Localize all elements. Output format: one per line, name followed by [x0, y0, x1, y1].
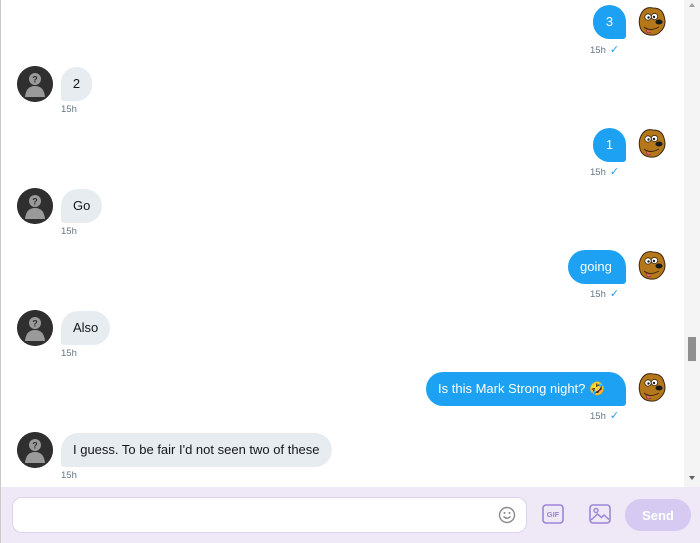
gif-label: GIF	[547, 510, 560, 519]
gif-button[interactable]: GIF	[542, 504, 564, 524]
user-avatar-dog[interactable]	[635, 371, 669, 405]
message-timestamp: 15h ✓	[590, 288, 620, 300]
svg-text:?: ?	[32, 441, 38, 451]
scrollbar[interactable]	[684, 0, 700, 487]
contact-avatar[interactable]: ?	[17, 188, 53, 224]
checkmark-icon: ✓	[609, 44, 620, 56]
message-bubble-received: Go	[61, 189, 103, 223]
message-timestamp: 15h	[61, 104, 77, 115]
contact-avatar[interactable]: ?	[17, 66, 53, 102]
contact-avatar[interactable]: ?	[17, 310, 53, 346]
send-button[interactable]: Send	[625, 499, 691, 531]
message-timestamp: 15h	[61, 348, 77, 359]
user-avatar-dog[interactable]	[635, 5, 669, 39]
contact-avatar[interactable]: ?	[17, 432, 53, 468]
svg-text:?: ?	[32, 197, 38, 207]
dm-conversation-window: 3 15h ✓ ? 2 15h 1 15h ✓ ? Go 15h going 15h…	[0, 0, 700, 543]
message-bubble-received: Also	[61, 311, 111, 345]
checkmark-icon: ✓	[609, 410, 620, 422]
message-bubble-sent: 3	[593, 5, 626, 39]
scroll-down-arrow-icon[interactable]	[689, 476, 695, 480]
image-icon[interactable]	[589, 504, 611, 524]
message-timestamp: 15h	[61, 226, 77, 237]
scroll-up-arrow-icon[interactable]	[689, 3, 695, 7]
checkmark-icon: ✓	[609, 166, 620, 178]
message-timestamp: 15h ✓	[590, 44, 620, 56]
message-thread: 3 15h ✓ ? 2 15h 1 15h ✓ ? Go 15h going 15h…	[1, 0, 684, 487]
message-timestamp: 15h ✓	[590, 410, 620, 422]
message-bubble-sent: 1	[593, 128, 626, 162]
emoji-icon[interactable]	[498, 506, 516, 524]
user-avatar-dog[interactable]	[635, 127, 669, 161]
message-timestamp: 15h ✓	[590, 166, 620, 178]
message-bubble-sent: Is this Mark Strong night? 🤣	[426, 372, 626, 406]
message-bubble-sent: going	[568, 250, 626, 284]
message-composer: GIF Send	[1, 487, 700, 543]
message-input[interactable]	[23, 498, 497, 534]
message-timestamp: 15h	[61, 470, 77, 481]
message-bubble-received: I guess. To be fair I'd not seen two of …	[61, 433, 332, 467]
checkmark-icon: ✓	[609, 288, 620, 300]
scroll-thumb[interactable]	[688, 337, 696, 361]
message-bubble-received: 2	[61, 67, 92, 101]
svg-text:?: ?	[32, 75, 38, 85]
composer-input-box[interactable]	[12, 497, 527, 534]
user-avatar-dog[interactable]	[635, 249, 669, 283]
svg-text:?: ?	[32, 319, 38, 329]
